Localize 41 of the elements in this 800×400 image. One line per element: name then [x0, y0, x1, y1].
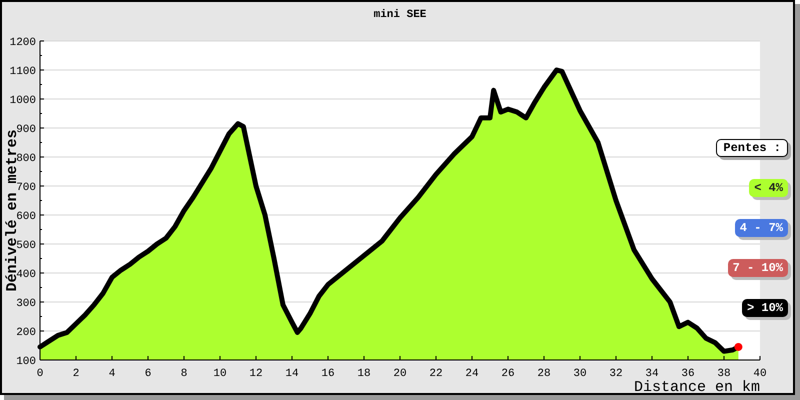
x-tick-label: 18 [357, 368, 371, 380]
x-tick-label: 36 [681, 368, 695, 380]
legend-item: < 4% [749, 179, 788, 197]
x-tick-label: 8 [180, 368, 188, 380]
x-tick-label: 40 [753, 368, 767, 380]
chart-title: mini SEE [374, 9, 426, 21]
x-tick-label: 28 [537, 368, 551, 380]
x-tick-label: 30 [573, 368, 587, 380]
x-tick-label: 6 [144, 368, 152, 380]
x-tick-label: 38 [717, 368, 731, 380]
legend-item: 4 - 7% [734, 219, 788, 237]
x-tick-label: 34 [645, 368, 659, 380]
x-tick-label: 32 [609, 368, 623, 380]
x-tick-label: 4 [108, 368, 116, 380]
x-tick-label: 26 [501, 368, 515, 380]
y-tick-label: 1100 [10, 66, 36, 78]
x-tick-label: 0 [36, 368, 44, 380]
y-tick-label: 600 [16, 211, 36, 223]
x-tick-label: 16 [321, 368, 335, 380]
end-marker [734, 342, 742, 351]
legend-item: 7 - 10% [728, 259, 788, 277]
y-tick-label: 900 [16, 124, 36, 136]
y-tick-label: 100 [16, 356, 36, 368]
legend-item: > 10% [742, 299, 788, 317]
y-tick-label: 400 [16, 269, 36, 281]
x-tick-label: 2 [72, 368, 80, 380]
x-tick-label: 20 [393, 368, 407, 380]
y-tick-label: 700 [16, 182, 36, 194]
y-tick-label: 500 [16, 240, 36, 252]
y-tick-label: 300 [16, 298, 36, 310]
x-tick-label: 12 [249, 368, 263, 380]
legend-title: Pentes : [716, 139, 788, 157]
y-tick-label: 1000 [10, 95, 36, 107]
x-tick-label: 14 [285, 368, 299, 380]
y-tick-label: 1200 [10, 37, 36, 49]
y-tick-label: 800 [16, 153, 36, 165]
x-tick-label: 22 [429, 368, 443, 380]
y-tick-label: 200 [16, 327, 36, 339]
x-tick-label: 24 [465, 368, 479, 380]
x-tick-label: 10 [213, 368, 227, 380]
x-axis-title: Distance en km [634, 379, 760, 396]
